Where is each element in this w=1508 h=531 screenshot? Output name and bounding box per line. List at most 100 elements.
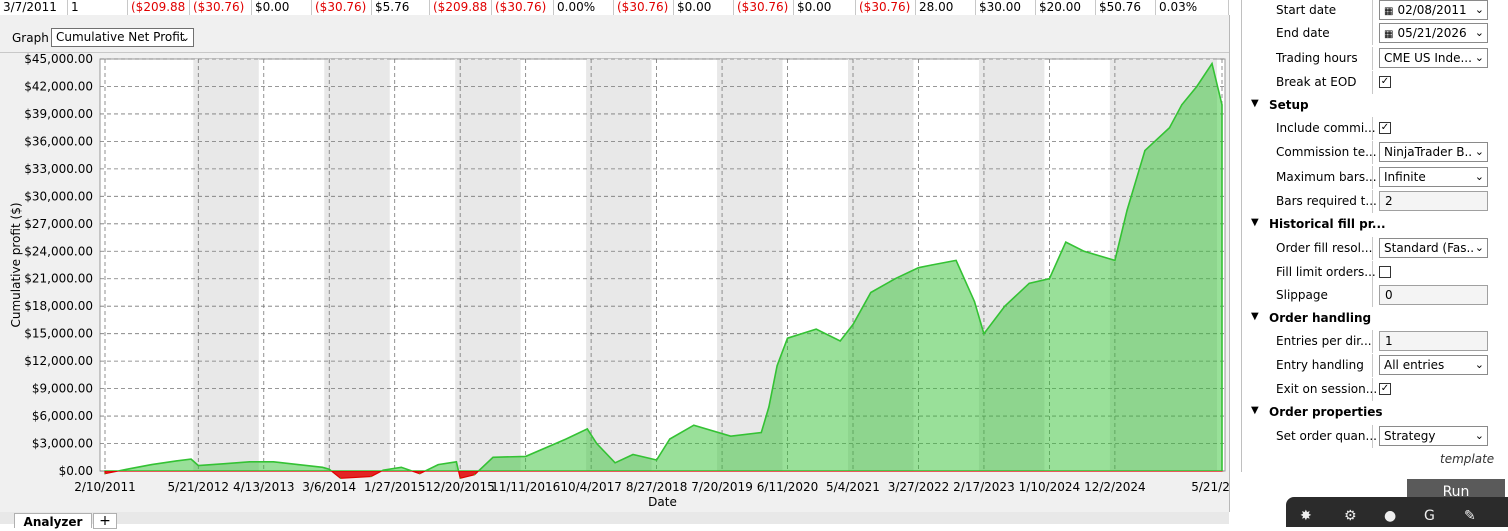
divider [1372,237,1373,260]
divider [1372,117,1373,140]
data-point [1048,278,1051,280]
entry-handling-select[interactable]: All entries ⌄ [1379,355,1488,375]
slippage-input[interactable]: 0 [1379,285,1488,305]
y-tick-label: $12,000.00 [24,354,93,368]
data-point [565,438,567,440]
trading-hours-value: CME US Inde... [1384,51,1472,65]
data-point [492,456,494,458]
prop-label: Set order quan... [1276,429,1377,443]
data-point [693,424,695,426]
data-point [596,442,598,445]
tab-analyzer[interactable]: Analyzer [14,513,92,529]
prop-break-at-eod: Break at EOD ✓ [1242,71,1498,94]
section-order-handling[interactable]: ▼ Order handling [1242,307,1498,330]
set-order-quantity-select[interactable]: Strategy ⌄ [1379,426,1488,446]
data-point [272,461,275,463]
prop-label: Commission te... [1276,145,1377,159]
prop-set-order-quantity: Set order quan... Strategy ⌄ [1242,425,1498,448]
commission-template-select[interactable]: NinjaTrader B... ⌄ [1379,142,1488,162]
data-point [400,466,402,468]
data-point [339,477,342,479]
prop-label: Include commi... [1276,121,1376,135]
divider [1372,71,1373,94]
dock-app-icon[interactable]: ● [1384,508,1396,524]
calendar-icon: ▦ [1384,29,1394,40]
dock-app-icon[interactable]: ✸ [1300,508,1312,524]
dock-app-icon[interactable]: ✎ [1464,508,1476,524]
dock-app-icon[interactable]: ⚙ [1344,508,1357,524]
grid-cell: ($30.76) [614,0,674,15]
section-order-properties[interactable]: ▼ Order properties [1242,401,1498,424]
grid-cell: ($30.76) [856,0,916,15]
cumulative-profit-chart: $0.00 $3,000.00 $6,000.00 $9,000.00 $12,000.… [9,52,1229,509]
divider [1372,47,1373,70]
data-point [1065,241,1067,243]
maximum-bars-select[interactable]: Infinite ⌄ [1379,167,1488,187]
shaded-band [586,59,652,471]
entries-per-direction-input[interactable]: 1 [1379,331,1488,351]
data-point [586,428,588,430]
section-title: Historical fill pr... [1269,217,1386,231]
start-date-picker[interactable]: ▦ 02/08/2011 ⌄ [1379,0,1488,20]
template-link[interactable]: template [1440,452,1494,466]
section-historical-fill[interactable]: ▼ Historical fill pr... [1242,213,1498,236]
fill-limit-orders-checkbox[interactable] [1379,266,1391,278]
y-axis-title: Cumulative profit ($) [9,202,23,327]
exit-on-session-checkbox[interactable]: ✓ [1379,383,1391,395]
prop-order-fill-resolution: Order fill resol... Standard (Fas... ⌄ [1242,237,1498,260]
x-tick-label: 3/27/2022 [888,480,950,494]
prop-label: Break at EOD [1276,75,1357,89]
prop-slippage: Slippage 0 [1242,284,1498,307]
section-title: Setup [1269,98,1309,112]
y-tick-label: $9,000.00 [32,382,93,396]
shaded-band [455,59,521,471]
add-tab-button[interactable]: + [93,513,117,529]
data-point [917,267,920,269]
data-point [322,466,324,468]
data-point [983,333,985,335]
divider [1372,425,1373,448]
data-point [730,435,732,437]
data-point [224,463,226,465]
section-setup[interactable]: ▼ Setup [1242,94,1498,117]
chevron-down-icon: ⌄ [1472,356,1484,374]
x-tick-label: 2/10/2011 [74,480,136,494]
collapse-triangle-icon: ▼ [1251,217,1259,228]
data-point [525,455,527,457]
end-date-value: 05/21/2026 [1397,26,1467,40]
data-point [1144,149,1146,152]
data-point [669,438,671,440]
grid-cell: ($209.88 [128,0,190,15]
prop-label: Exit on session... [1276,382,1378,396]
data-point [459,477,461,479]
dock-app-icon[interactable]: G [1424,508,1435,524]
data-point [297,463,299,466]
prop-bars-required: Bars required t... 2 [1242,190,1498,213]
x-tick-label: 11/11/2016 [491,480,560,494]
trading-hours-select[interactable]: CME US Inde... ⌄ [1379,48,1488,68]
grid-cell: $0.00 [674,0,734,15]
bars-required-input[interactable]: 2 [1379,191,1488,211]
divider [1372,284,1373,307]
grid-cell: $0.00 [794,0,856,15]
prop-entry-handling: Entry handling All entries ⌄ [1242,354,1498,377]
data-point [931,264,933,266]
include-commission-checkbox[interactable]: ✓ [1379,122,1391,134]
grid-cell: 1 [68,0,128,15]
order-fill-resolution-select[interactable]: Standard (Fas... ⌄ [1379,238,1488,258]
order-fill-resolution-value: Standard (Fas... [1384,241,1478,255]
shaded-band [324,59,390,471]
prop-trading-hours: Trading hours CME US Inde... ⌄ [1242,47,1498,70]
data-point [839,340,841,342]
chevron-down-icon: ⌄ [1472,1,1484,19]
break-at-eod-checkbox[interactable]: ✓ [1379,76,1391,88]
divider [1372,166,1373,189]
x-tick-label: 5/21/2012 [168,480,230,494]
end-date-picker[interactable]: ▦ 05/21/2026 ⌄ [1379,23,1488,43]
x-tick-label: 4/13/2013 [233,480,295,494]
data-point [473,474,476,476]
results-grid-row[interactable]: 3/7/2011 1 ($209.88 ($30.76) $0.00 ($30.76) $5… [0,0,1229,16]
data-point [973,301,976,303]
x-tick-label: 3/6/2014 [302,480,356,494]
data-point [370,475,372,478]
